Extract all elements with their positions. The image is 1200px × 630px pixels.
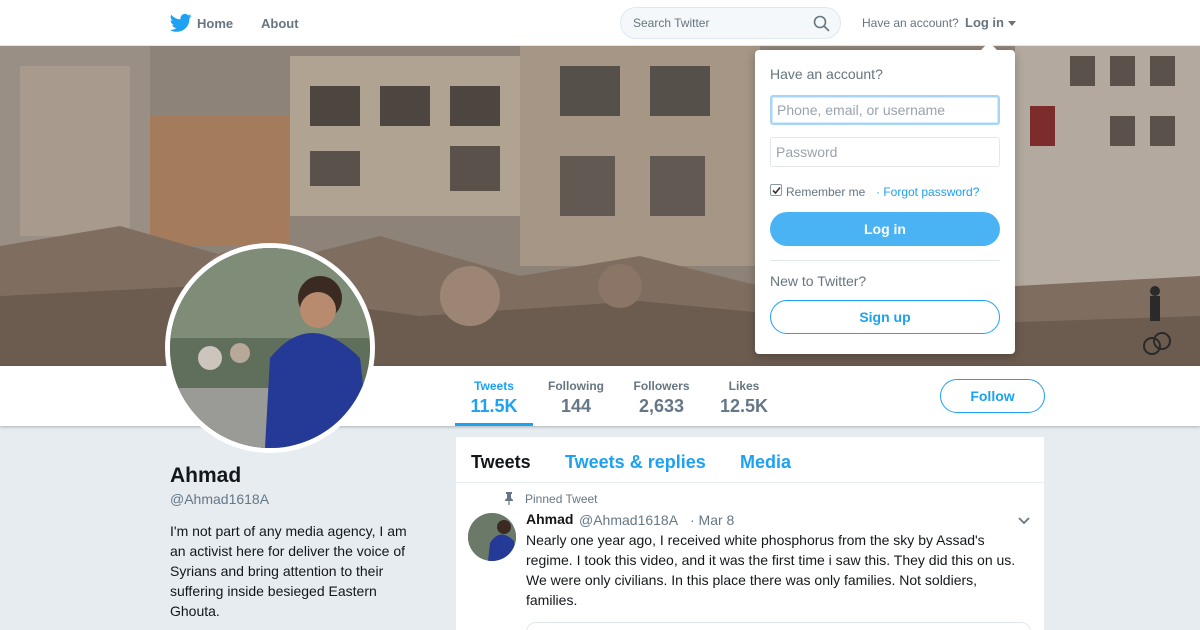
tweet-author-handle[interactable]: @Ahmad1618A (579, 512, 678, 528)
stat-following[interactable]: Following 144 (548, 379, 604, 417)
top-nav: Home About Search Twitter Have an accoun… (0, 0, 1200, 46)
forgot-password-link[interactable]: · Forgot password? (876, 185, 979, 199)
pin-icon (505, 492, 513, 505)
search-input[interactable]: Search Twitter (633, 16, 709, 30)
stat-tweets[interactable]: Tweets 11.5K (470, 379, 518, 417)
timeline-tabs: Tweets Tweets & replies Media (456, 437, 1044, 483)
stat-value: 144 (560, 396, 592, 416)
profile-handle[interactable]: @Ahmad1618A (170, 491, 269, 507)
remember-me-label[interactable]: Remember me (786, 185, 865, 199)
new-to-twitter-text: New to Twitter? (770, 273, 867, 289)
caret-down-icon[interactable] (1008, 21, 1016, 26)
username-field[interactable] (770, 95, 1000, 125)
follow-button[interactable]: Follow (940, 379, 1045, 413)
tab-media[interactable]: Media (740, 452, 791, 473)
stat-followers[interactable]: Followers 2,633 (633, 379, 690, 417)
checkmark-icon (772, 186, 781, 195)
stat-label: Followers (633, 379, 690, 393)
stat-value: 12.5K (720, 396, 769, 416)
login-menu-button[interactable]: Log in (965, 15, 1004, 30)
stat-value: 11.5K (470, 396, 518, 416)
chevron-down-icon[interactable] (1017, 516, 1031, 526)
have-account-text: Have an account? (862, 16, 959, 30)
login-button[interactable]: Log in (770, 212, 1000, 246)
remember-me-checkbox[interactable] (770, 184, 782, 196)
timeline: Tweets Tweets & replies Media Pinned Twe… (456, 437, 1044, 630)
tweet-date[interactable]: · Mar 8 (690, 512, 734, 528)
stat-label: Following (548, 379, 604, 393)
dropdown-divider (770, 260, 1000, 261)
avatar-image (170, 248, 370, 448)
pinned-tweet-label: Pinned Tweet (525, 492, 598, 506)
profile-avatar[interactable] (165, 243, 375, 453)
active-tab-underline (455, 423, 533, 426)
nav-about-link[interactable]: About (261, 16, 299, 31)
tweet-author-name[interactable]: Ahmad (526, 511, 573, 527)
twitter-bird-icon[interactable] (170, 13, 192, 33)
password-field[interactable] (770, 137, 1000, 167)
tab-tweets[interactable]: Tweets (471, 452, 531, 473)
dropdown-title: Have an account? (770, 66, 883, 82)
stat-label: Tweets (474, 379, 514, 393)
login-dropdown: Have an account? Remember me · Forgot pa… (755, 42, 1015, 354)
profile-name[interactable]: Ahmad (170, 464, 241, 488)
search-box[interactable]: Search Twitter (620, 7, 841, 39)
tweet-avatar[interactable] (468, 513, 516, 561)
tweet-avatar-image (468, 513, 516, 561)
profile-bio: I'm not part of any media agency, I am a… (170, 523, 407, 619)
tweet-media-card[interactable] (526, 622, 1031, 630)
stat-label: Likes (728, 379, 760, 393)
tab-tweets-replies[interactable]: Tweets & replies (565, 452, 706, 473)
signup-button[interactable]: Sign up (770, 300, 1000, 334)
nav-home-link[interactable]: Home (197, 16, 233, 31)
tweet-text: Nearly one year ago, I received white ph… (526, 532, 1016, 608)
search-icon[interactable] (813, 15, 830, 32)
stat-value: 2,633 (638, 396, 685, 416)
stat-likes[interactable]: Likes 12.5K (720, 379, 768, 417)
dropdown-arrow (981, 42, 997, 50)
